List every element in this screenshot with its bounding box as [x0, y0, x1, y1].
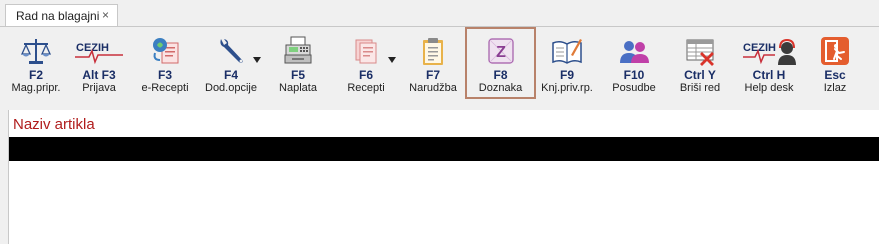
cezih-logo-icon: CEZIH	[73, 35, 125, 67]
doznaka-button[interactable]: Z F8 Doznaka	[465, 27, 536, 99]
naplata-button[interactable]: F5 Naplata	[266, 27, 330, 99]
key-label: F7	[425, 68, 440, 82]
users-icon	[618, 35, 650, 67]
mag-pripr-button[interactable]: F2 Mag.pripr.	[4, 27, 68, 99]
key-label: Ctrl Y	[684, 68, 716, 82]
key-label: F9	[559, 68, 574, 82]
help-desk-button[interactable]: CEZIH Ctrl H Help desk	[734, 27, 804, 99]
button-label: Doznaka	[478, 82, 523, 94]
prescriptions-icon	[350, 35, 396, 67]
e-prescription-icon	[149, 35, 181, 67]
narudzba-button[interactable]: F7 Narudžba	[402, 27, 464, 99]
content-title: Naziv artikla	[13, 116, 95, 133]
cezih-helpdesk-icon: CEZIH	[741, 35, 797, 67]
button-label: Izlaz	[823, 82, 847, 94]
brisi-red-button[interactable]: Ctrl Y Briši red	[668, 27, 732, 99]
wrench-icon	[215, 35, 261, 67]
doznaka-icon-text: Z	[496, 44, 506, 61]
close-icon[interactable]: ×	[102, 8, 109, 22]
key-label: F3	[157, 68, 172, 82]
posudbe-button[interactable]: F10 Posudbe	[602, 27, 666, 99]
clipboard-icon	[417, 35, 449, 67]
e-recepti-button[interactable]: F3 e-Recepti	[134, 27, 196, 99]
key-label: Esc	[824, 68, 846, 82]
button-label: Prijava	[82, 82, 116, 94]
delete-row-icon	[684, 35, 716, 67]
scales-icon	[20, 35, 52, 67]
doznaka-icon: Z	[485, 35, 517, 67]
button-label: Knj.priv.rp.	[541, 82, 593, 94]
tab-title: Rad na blagajni	[16, 8, 100, 23]
button-label: Recepti	[347, 82, 385, 94]
exit-icon	[819, 35, 851, 67]
cash-register-icon	[282, 35, 314, 67]
book-icon	[551, 35, 583, 67]
grid-header-bar	[9, 137, 879, 161]
key-label: Ctrl H	[752, 68, 786, 82]
izlaz-button[interactable]: Esc Izlaz	[806, 27, 864, 99]
button-label: e-Recepti	[141, 82, 189, 94]
button-label: Help desk	[744, 82, 794, 94]
button-label: Dod.opcije	[205, 82, 257, 94]
key-label: F4	[223, 68, 238, 82]
dropdown-arrow-icon	[388, 57, 396, 63]
cezih-helpdesk-text: CEZIH	[743, 42, 776, 54]
content-panel: Naziv artikla	[8, 110, 879, 244]
button-label: Naplata	[279, 82, 317, 94]
button-label: Mag.pripr.	[11, 82, 61, 94]
recepti-button[interactable]: F6 Recepti	[334, 27, 398, 99]
dod-opcije-button[interactable]: F4 Dod.opcije	[199, 27, 263, 99]
key-label: F2	[28, 68, 43, 82]
button-label: Briši red	[679, 82, 721, 94]
dropdown-arrow-icon	[253, 57, 261, 63]
button-label: Posudbe	[612, 82, 656, 94]
toolbar: F2 Mag.pripr. CEZIH Alt F3 Prijava F3 e-…	[0, 27, 879, 101]
key-label: Alt F3	[82, 68, 116, 82]
key-label: F10	[623, 68, 645, 82]
key-label: F5	[290, 68, 305, 82]
key-label: F6	[358, 68, 373, 82]
knj-priv-rp-button[interactable]: F9 Knj.priv.rp.	[536, 27, 598, 99]
prijava-button[interactable]: CEZIH Alt F3 Prijava	[68, 27, 130, 99]
tab-strip: Rad na blagajni ×	[0, 0, 879, 27]
key-label: F8	[493, 68, 508, 82]
tab-rad-na-blagajni[interactable]: Rad na blagajni ×	[5, 4, 118, 26]
button-label: Narudžba	[409, 82, 457, 94]
